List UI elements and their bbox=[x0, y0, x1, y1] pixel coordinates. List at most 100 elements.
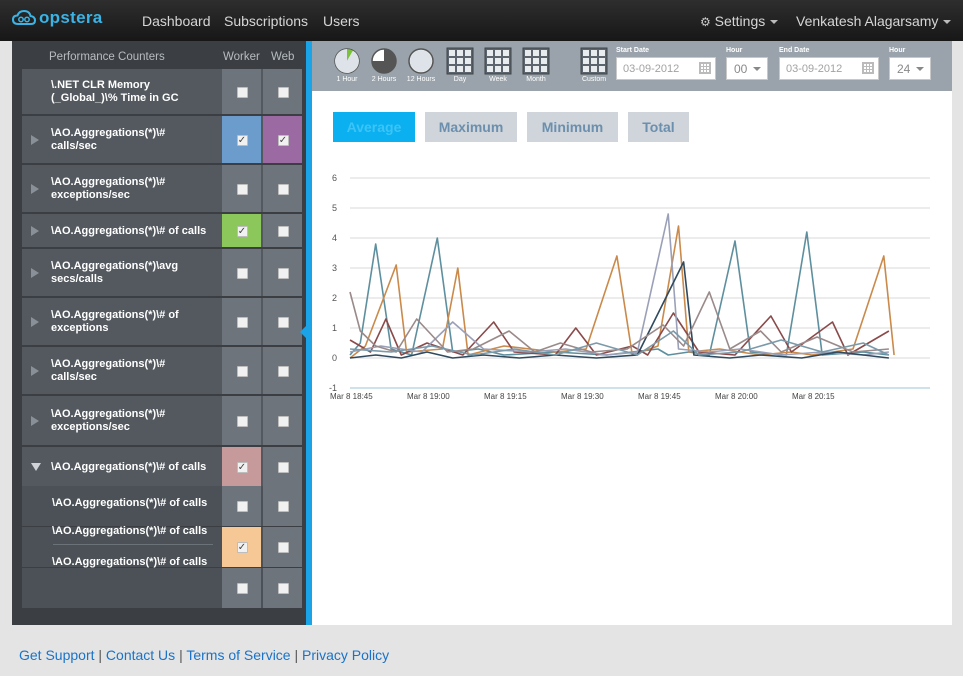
range-week-button[interactable]: Week bbox=[481, 47, 515, 83]
web-cell[interactable]: ✓ bbox=[263, 116, 302, 163]
web-cell[interactable] bbox=[263, 486, 302, 526]
worker-checkbox[interactable] bbox=[236, 316, 248, 328]
web-cell[interactable] bbox=[263, 249, 302, 296]
tab-minimum[interactable]: Minimum bbox=[527, 112, 618, 142]
tab-total[interactable]: Total bbox=[628, 112, 689, 142]
counter-row[interactable]: \AO.Aggregations(*)\# of calls ✓ bbox=[22, 447, 302, 486]
worker-checkbox[interactable] bbox=[236, 86, 248, 98]
counter-row[interactable]: \AO.Aggregations(*)\# of calls ✓ bbox=[22, 214, 302, 247]
range-day-button[interactable]: Day bbox=[443, 47, 477, 83]
calendar-icon[interactable] bbox=[699, 62, 711, 74]
web-checkbox[interactable] bbox=[277, 461, 289, 473]
worker-cell[interactable] bbox=[222, 486, 261, 526]
web-cell[interactable] bbox=[263, 165, 302, 212]
caret-right-icon[interactable] bbox=[31, 316, 39, 327]
range-12-hours-button[interactable]: 12 Hours bbox=[404, 47, 438, 83]
web-checkbox[interactable] bbox=[277, 583, 289, 594]
worker-cell[interactable] bbox=[222, 568, 261, 608]
start-date-input[interactable]: 03-09-2012 bbox=[616, 57, 716, 80]
end-date-input[interactable]: 03-09-2012 bbox=[779, 57, 879, 80]
worker-checkbox[interactable]: ✓ bbox=[236, 134, 248, 146]
get-support-link[interactable]: Get Support bbox=[19, 647, 95, 663]
caret-right-icon[interactable] bbox=[31, 225, 39, 236]
worker-cell[interactable]: ✓ bbox=[222, 116, 261, 163]
worker-checkbox[interactable] bbox=[236, 365, 248, 377]
caret-right-icon[interactable] bbox=[31, 183, 39, 194]
web-cell[interactable] bbox=[263, 447, 302, 486]
end-hour-select[interactable]: 24 bbox=[889, 57, 931, 80]
counter-row[interactable]: \AO.Aggregations(*)\# calls/sec bbox=[22, 347, 302, 394]
logo[interactable]: opstera bbox=[12, 8, 103, 28]
worker-checkbox[interactable]: ✓ bbox=[236, 225, 248, 237]
web-checkbox[interactable] bbox=[277, 365, 289, 377]
counter-row[interactable]: \AO.Aggregations(*)\# of exceptions bbox=[22, 298, 302, 345]
tab-average[interactable]: Average bbox=[333, 112, 415, 142]
worker-cell[interactable]: ✓ bbox=[222, 527, 261, 567]
worker-checkbox[interactable]: ✓ bbox=[236, 542, 248, 553]
privacy-link[interactable]: Privacy Policy bbox=[302, 647, 389, 663]
web-checkbox[interactable] bbox=[277, 316, 289, 328]
worker-checkbox[interactable] bbox=[236, 267, 248, 279]
worker-checkbox[interactable]: ✓ bbox=[236, 461, 248, 473]
x-tick-label: Mar 8 19:45 bbox=[638, 392, 681, 401]
web-cell[interactable] bbox=[263, 396, 302, 445]
range-custom-button[interactable]: Custom bbox=[577, 47, 611, 83]
counter-row[interactable]: \AO.Aggregations(*)\avg secs/calls bbox=[22, 249, 302, 296]
counter-row[interactable]: \.NET CLR Memory (_Global_)\% Time in GC bbox=[22, 69, 302, 114]
worker-cell[interactable] bbox=[222, 69, 261, 114]
range-1-hour-button[interactable]: 1 Hour bbox=[330, 47, 364, 83]
caret-right-icon[interactable] bbox=[31, 415, 39, 426]
counter-row[interactable]: \AO.Aggregations(*)\# calls/sec ✓ ✓ bbox=[22, 116, 302, 163]
worker-cell[interactable] bbox=[222, 298, 261, 345]
web-cell[interactable] bbox=[263, 298, 302, 345]
web-checkbox[interactable] bbox=[277, 267, 289, 279]
sub-counter-row[interactable]: \AO.Aggregations(*)\# of calls bbox=[22, 486, 302, 526]
web-checkbox[interactable] bbox=[277, 501, 289, 512]
tab-maximum[interactable]: Maximum bbox=[425, 112, 517, 142]
y-tick-label: 0 bbox=[332, 353, 337, 363]
chevron-down-icon bbox=[770, 20, 779, 25]
worker-checkbox[interactable] bbox=[236, 583, 248, 594]
sub-counter-row[interactable]: \AO.Aggregations(*)\# of calls bbox=[22, 556, 302, 608]
web-checkbox[interactable]: ✓ bbox=[277, 134, 289, 146]
worker-cell[interactable]: ✓ bbox=[222, 447, 261, 486]
web-checkbox[interactable] bbox=[277, 415, 289, 427]
caret-down-icon[interactable] bbox=[31, 462, 41, 471]
worker-checkbox[interactable] bbox=[236, 501, 248, 512]
counters-sidebar: Performance Counters Worker Web \.NET CL… bbox=[12, 41, 306, 625]
worker-cell[interactable] bbox=[222, 165, 261, 212]
contact-us-link[interactable]: Contact Us bbox=[106, 647, 175, 663]
caret-right-icon[interactable] bbox=[31, 267, 39, 278]
chart-panel: Average Maximum Minimum Total -1 0 1 2 3 4 5 6 Mar … bbox=[312, 91, 952, 625]
calendar-icon[interactable] bbox=[862, 62, 874, 74]
web-cell[interactable] bbox=[263, 568, 302, 608]
nav-subscriptions[interactable]: Subscriptions bbox=[224, 13, 308, 29]
worker-checkbox[interactable] bbox=[236, 415, 248, 427]
web-checkbox[interactable] bbox=[277, 183, 289, 195]
settings-menu[interactable]: ⚙ Settings bbox=[700, 13, 779, 29]
user-menu[interactable]: Venkatesh Alagarsamy bbox=[796, 13, 952, 29]
counter-row[interactable]: \AO.Aggregations(*)\# exceptions/sec bbox=[22, 396, 302, 445]
web-cell[interactable] bbox=[263, 69, 302, 114]
range-2-hours-button[interactable]: 2 Hours bbox=[367, 47, 401, 83]
web-cell[interactable] bbox=[263, 214, 302, 247]
web-cell[interactable] bbox=[263, 347, 302, 394]
web-checkbox[interactable] bbox=[277, 542, 289, 553]
web-checkbox[interactable] bbox=[277, 86, 289, 98]
nav-dashboard[interactable]: Dashboard bbox=[142, 13, 211, 29]
worker-cell[interactable]: ✓ bbox=[222, 214, 261, 247]
web-checkbox[interactable] bbox=[277, 225, 289, 237]
terms-link[interactable]: Terms of Service bbox=[186, 647, 290, 663]
worker-checkbox[interactable] bbox=[236, 183, 248, 195]
caret-right-icon[interactable] bbox=[31, 134, 39, 145]
nav-users[interactable]: Users bbox=[323, 13, 360, 29]
web-cell[interactable] bbox=[263, 527, 302, 567]
start-hour-select[interactable]: 00 bbox=[726, 57, 768, 80]
counter-label: \AO.Aggregations(*)\# of calls bbox=[51, 224, 207, 237]
worker-cell[interactable] bbox=[222, 396, 261, 445]
counter-row[interactable]: \AO.Aggregations(*)\# exceptions/sec bbox=[22, 165, 302, 212]
range-month-button[interactable]: Month bbox=[519, 47, 553, 83]
worker-cell[interactable] bbox=[222, 347, 261, 394]
worker-cell[interactable] bbox=[222, 249, 261, 296]
caret-right-icon[interactable] bbox=[31, 365, 39, 376]
